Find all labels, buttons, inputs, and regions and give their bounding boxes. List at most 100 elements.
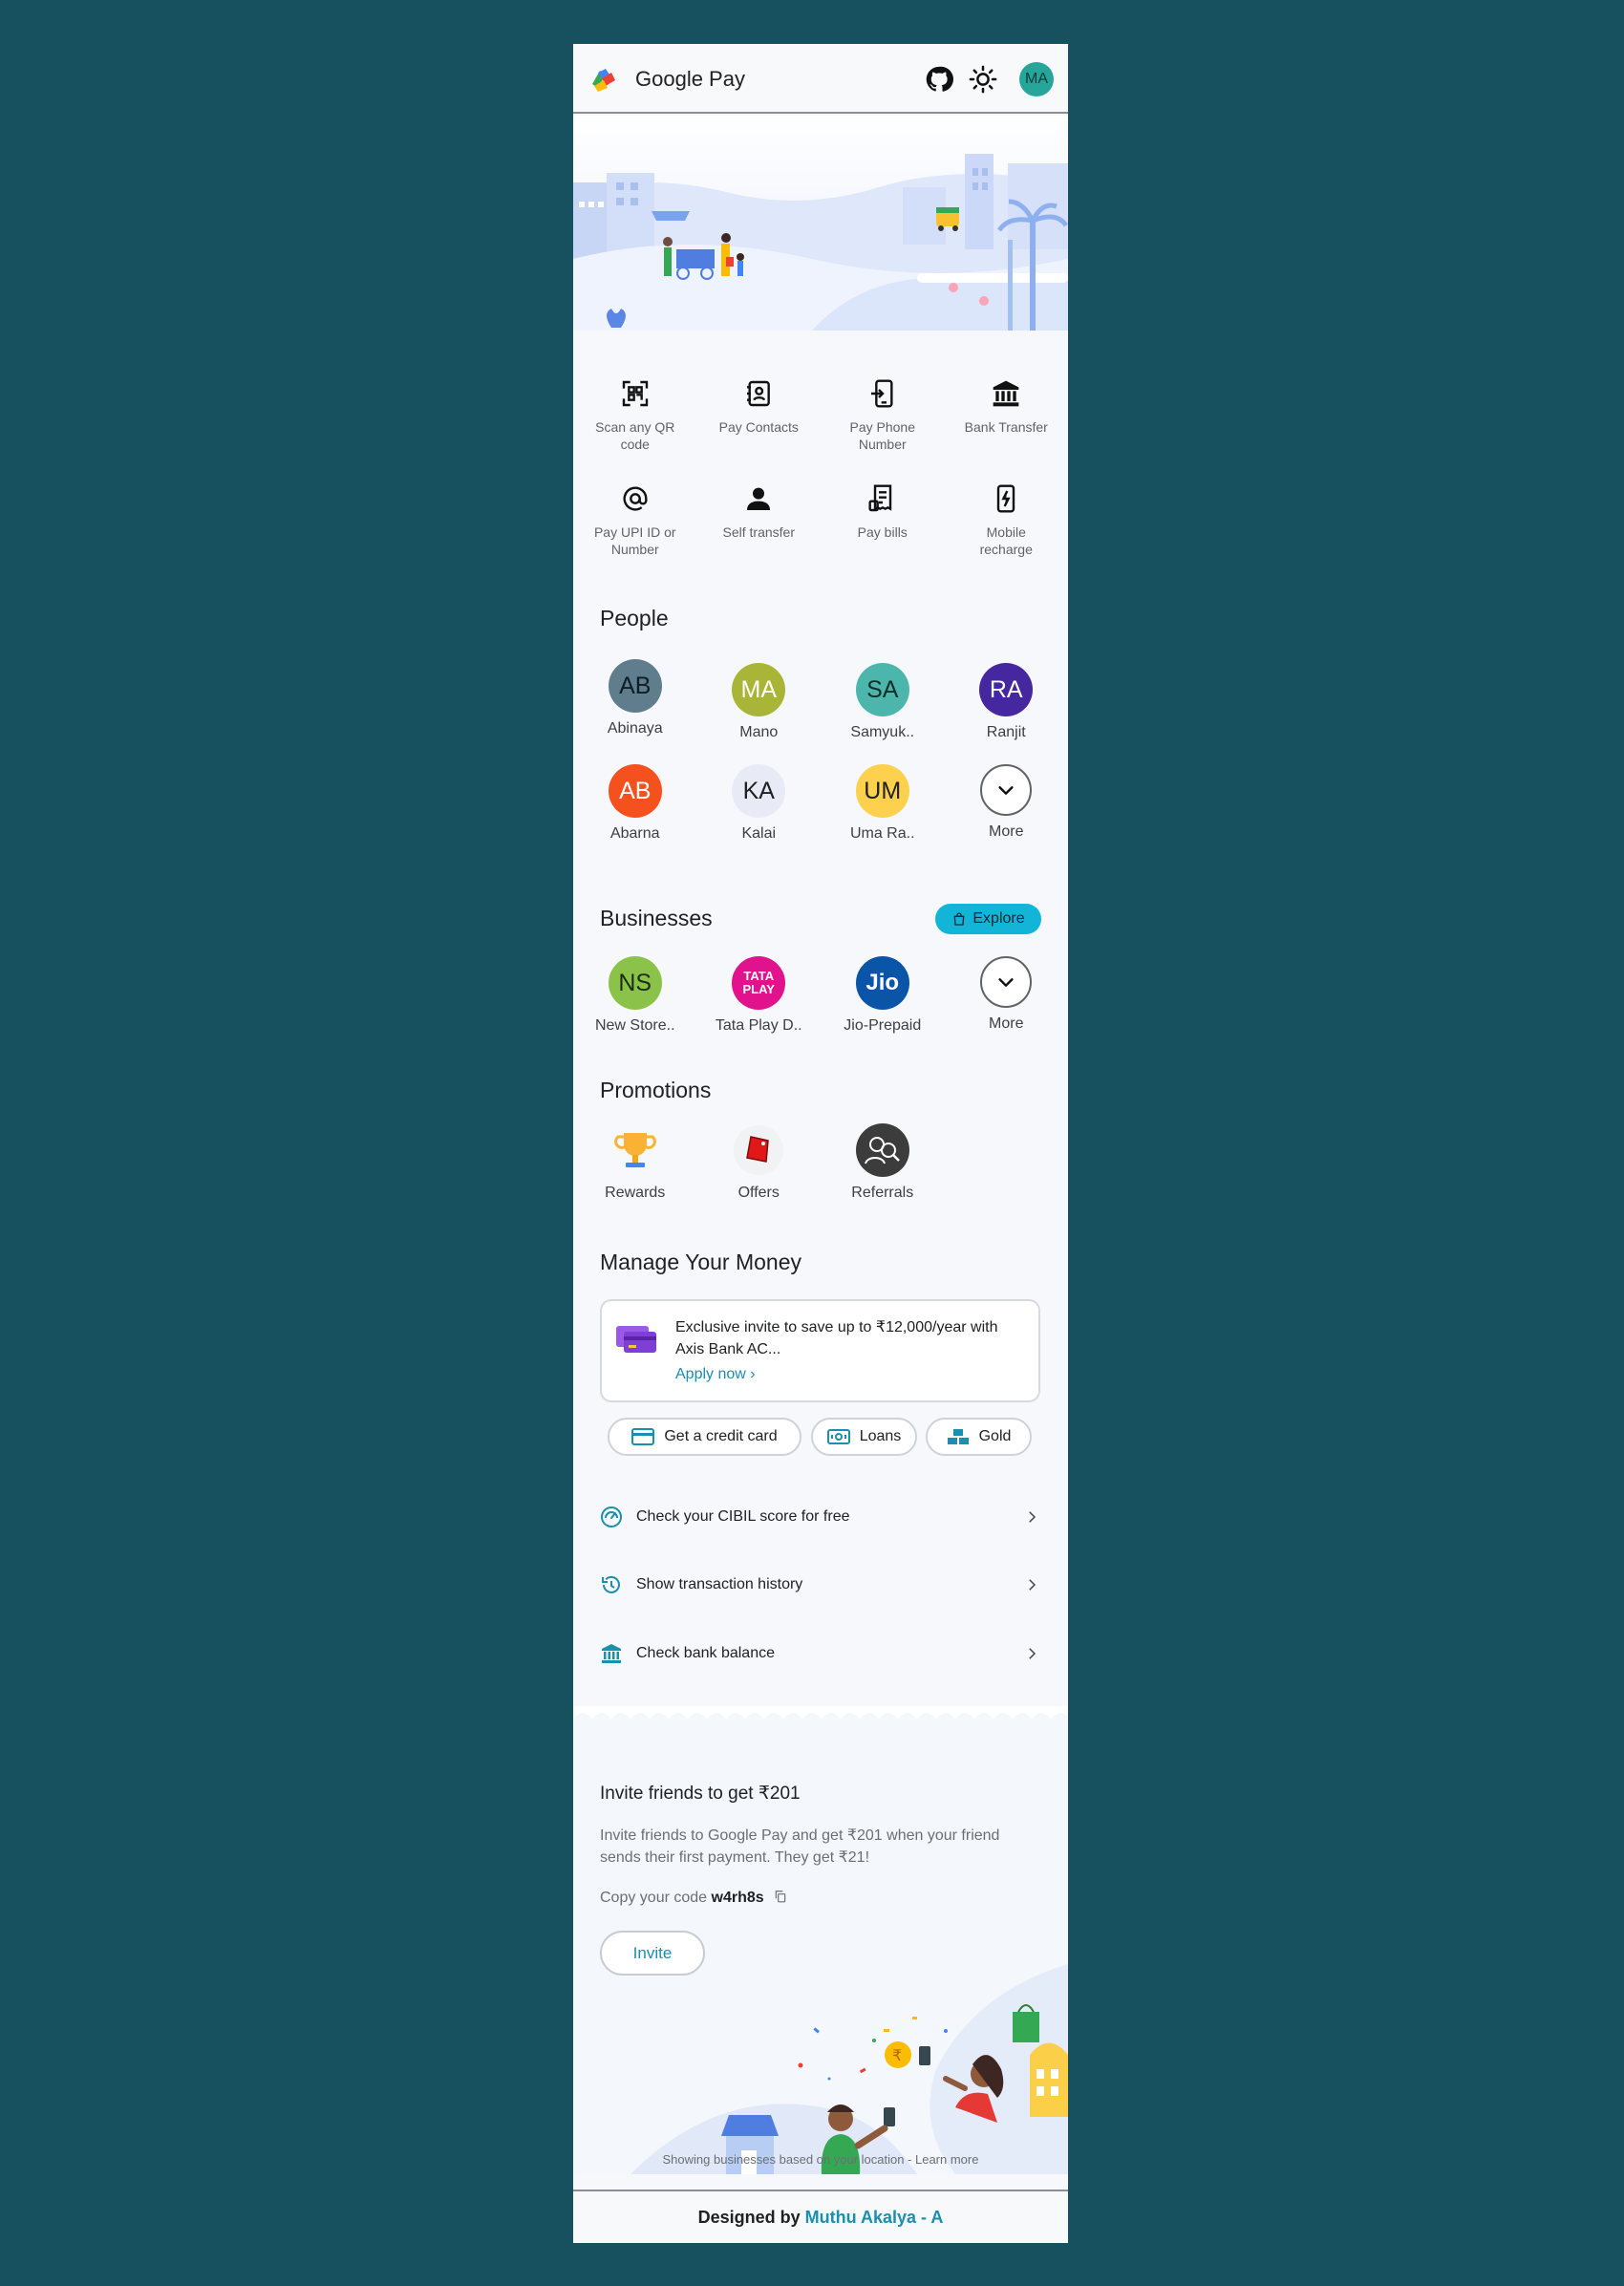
person-avatar: MA	[732, 663, 786, 716]
bank-icon	[993, 380, 1019, 407]
sun-icon[interactable]	[969, 65, 997, 94]
pay-bills-action[interactable]: Pay bills	[821, 483, 945, 558]
app-title: Google Pay	[635, 67, 745, 91]
person-item[interactable]: AB Abarna	[573, 764, 697, 843]
promotion-item[interactable]: Rewards	[573, 1123, 697, 1202]
person-item[interactable]: RA Ranjit	[945, 659, 1069, 741]
business-name: Tata Play D..	[715, 1017, 802, 1034]
chevron-right-icon	[1029, 1648, 1036, 1659]
business-item[interactable]: Jio Jio-Prepaid	[821, 956, 945, 1035]
person-item[interactable]: SA Samyuk..	[821, 659, 945, 741]
invite-title: Invite friends to get ₹201	[600, 1784, 801, 1804]
business-name: Jio-Prepaid	[844, 1017, 922, 1034]
offer-tag-icon	[734, 1125, 784, 1175]
invite-code: w4rh8s	[711, 1890, 764, 1906]
tata-play-logo: TATA PLAY	[732, 956, 786, 1010]
bank-transfer-action[interactable]: Bank Transfer	[945, 378, 1069, 453]
scan-qr-action[interactable]: Scan any QR code	[573, 378, 697, 453]
businesses-more-button[interactable]: More	[945, 956, 1069, 1035]
transaction-history-row[interactable]: Show transaction history	[600, 1566, 1040, 1604]
promotion-name: Referrals	[851, 1185, 914, 1201]
chip-label: Loans	[859, 1428, 902, 1444]
people-title: People	[600, 606, 669, 630]
chip-label: Gold	[978, 1428, 1012, 1444]
hero-illustration	[573, 116, 1068, 331]
promotion-item[interactable]: Referrals	[821, 1123, 945, 1202]
referral-icon	[855, 1123, 909, 1177]
promotion-item[interactable]: Offers	[697, 1123, 822, 1202]
explore-label: Explore	[972, 910, 1025, 927]
location-note[interactable]: Showing businesses based on your locatio…	[573, 2152, 1068, 2167]
loans-chip[interactable]: Loans	[811, 1418, 917, 1456]
mobile-recharge-action[interactable]: Mobile recharge	[945, 483, 1069, 558]
person-avatar: UM	[855, 764, 909, 818]
person-item[interactable]: MA Mano	[697, 659, 822, 741]
people-more-button[interactable]: More	[945, 764, 1069, 843]
person-name: Uma Ra..	[849, 825, 915, 842]
qr-scan-icon	[622, 380, 648, 407]
app-screen: Google Pay MA Scan any QR code Pay Conta…	[573, 44, 1068, 2243]
person-name: Mano	[739, 724, 779, 740]
footer: Designed by Muthu Akalya - A	[573, 2190, 1068, 2243]
person-avatar: SA	[855, 663, 909, 716]
more-label: More	[989, 823, 1024, 840]
promotions-title: Promotions	[600, 1078, 712, 1102]
person-item[interactable]: AB Abinaya	[573, 659, 697, 741]
play-logo-text: PLAY	[742, 982, 775, 996]
invite-button[interactable]: Invite	[600, 1931, 705, 1976]
business-item[interactable]: TATA PLAY Tata Play D..	[697, 956, 822, 1035]
loan-icon	[826, 1429, 850, 1444]
apply-now-label: Apply now	[675, 1366, 746, 1382]
self-transfer-label: Self transfer	[722, 524, 795, 540]
google-pay-logo-icon	[592, 69, 615, 92]
credit-card-chip[interactable]: Get a credit card	[608, 1418, 801, 1456]
person-avatar: RA	[979, 663, 1034, 716]
person-item[interactable]: KA Kalai	[697, 764, 822, 843]
promo-text: Exclusive invite to save up to ₹12,000/y…	[675, 1319, 998, 1357]
person-icon	[747, 487, 771, 510]
businesses-title: Businesses	[600, 906, 713, 930]
copy-icon[interactable]	[774, 1890, 787, 1903]
business-avatar: NS	[608, 956, 662, 1010]
business-item[interactable]: NS New Store..	[573, 956, 697, 1035]
explore-button[interactable]: Explore	[935, 904, 1041, 934]
chip-label: Get a credit card	[664, 1428, 778, 1444]
footer-author-link[interactable]: Muthu Akalya - A	[805, 2208, 944, 2228]
cibil-score-row[interactable]: Check your CIBIL score for free	[600, 1498, 1040, 1536]
user-avatar[interactable]: MA	[1019, 62, 1054, 96]
history-icon	[602, 1575, 620, 1593]
self-transfer-action[interactable]: Self transfer	[697, 483, 822, 558]
trophy-icon	[613, 1133, 656, 1167]
pay-upi-action[interactable]: Pay UPI ID or Number	[573, 483, 697, 558]
pay-contacts-label: Pay Contacts	[718, 419, 799, 435]
mobile-recharge-icon	[997, 484, 1015, 513]
people-row-1: AB Abinaya MA Mano SA Samyuk.. RA Ranjit	[573, 659, 1068, 741]
transaction-history-label: Show transaction history	[636, 1576, 803, 1592]
chevron-down-icon	[980, 956, 1033, 1008]
github-icon[interactable]	[925, 65, 953, 94]
bank-icon	[602, 1644, 621, 1663]
person-name: Abinaya	[607, 720, 663, 737]
speedometer-icon	[601, 1506, 622, 1528]
receipt-icon	[868, 484, 891, 512]
more-label: More	[989, 1015, 1024, 1032]
apply-now-link[interactable]: Apply now ›	[675, 1366, 756, 1383]
bank-balance-row[interactable]: Check bank balance	[600, 1634, 1040, 1673]
chevron-right-icon	[1029, 1579, 1036, 1591]
pay-bills-label: Pay bills	[857, 524, 908, 540]
pay-contacts-action[interactable]: Pay Contacts	[697, 378, 822, 453]
people-row-2: AB Abarna KA Kalai UM Uma Ra.. More	[573, 764, 1068, 843]
at-icon	[623, 486, 648, 511]
bank-transfer-label: Bank Transfer	[964, 419, 1048, 435]
axis-bank-promo-card[interactable]: Exclusive invite to save up to ₹12,000/y…	[600, 1299, 1040, 1402]
chevron-down-icon	[980, 764, 1033, 816]
card-stack-icon	[616, 1326, 656, 1353]
invite-code-row[interactable]: Copy your code w4rh8s	[600, 1890, 787, 1907]
pay-phone-action[interactable]: Pay Phone Number	[821, 378, 945, 453]
invite-description: Invite friends to Google Pay and get ₹20…	[600, 1827, 1000, 1866]
pay-phone-label: Pay Phone Number	[849, 419, 916, 452]
person-item[interactable]: UM Uma Ra..	[821, 764, 945, 843]
person-avatar: AB	[608, 659, 662, 713]
gold-chip[interactable]: Gold	[926, 1418, 1032, 1456]
person-name: Kalai	[741, 825, 777, 842]
